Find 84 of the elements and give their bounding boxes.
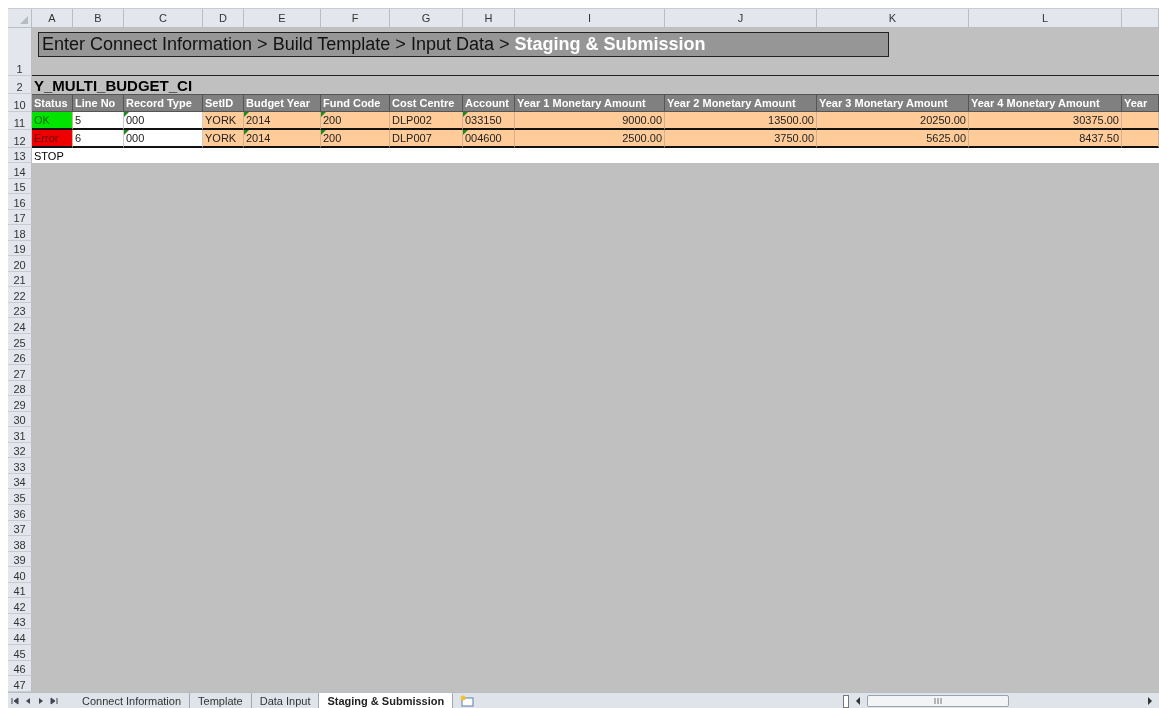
table-cell: DLP002 [390,112,463,130]
table-cell: 200 [321,130,390,148]
column-header[interactable]: I [515,9,665,27]
row-header[interactable]: 13 [8,148,32,163]
table-cell: 033150 [463,112,515,130]
column-header[interactable]: C [124,9,203,27]
table-cell: DLP007 [390,130,463,148]
first-sheet-icon[interactable] [10,696,20,707]
row-header[interactable]: 40 [8,567,32,583]
column-header[interactable]: G [390,9,463,27]
table-cell: 5625.00 [817,130,969,148]
row-header[interactable]: 10 [8,94,32,112]
sheet-tab[interactable]: Staging & Submission [319,692,454,708]
row-header[interactable]: 14 [8,163,32,179]
table-cell: 2014 [244,130,321,148]
row-header[interactable]: 18 [8,225,32,241]
table-cell: 200 [321,112,390,130]
row-header[interactable]: 16 [8,194,32,210]
row-header[interactable]: 24 [8,318,32,334]
row-header[interactable]: 27 [8,365,32,381]
row-header[interactable]: 38 [8,536,32,552]
table-cell: 000 [124,112,203,130]
table-cell: 5 [73,112,124,130]
column-header[interactable]: H [463,9,515,27]
column-heading: Year 3 Monetary Amount [817,94,969,112]
row-header[interactable]: 22 [8,287,32,303]
table-cell: 30375.00 [969,112,1122,130]
column-heading: Year [1122,94,1159,112]
status-cell: Error [32,130,73,148]
table-cell: 2014 [244,112,321,130]
row-header[interactable]: 47 [8,676,32,692]
table-cell: 2500.00 [515,130,665,148]
column-heading: SetID [203,94,244,112]
column-header[interactable]: F [321,9,390,27]
column-heading: Year 4 Monetary Amount [969,94,1122,112]
table-cell: 20250.00 [817,112,969,130]
row-header[interactable]: 33 [8,458,32,474]
column-header[interactable]: A [32,9,73,27]
row-header[interactable]: 1 [8,28,32,76]
table-cell: 9000.00 [515,112,665,130]
row-header[interactable]: 29 [8,396,32,412]
row-header[interactable]: 44 [8,629,32,645]
table-cell: 000 [124,130,203,148]
row-header[interactable]: 42 [8,598,32,614]
row-header[interactable]: 12 [8,130,32,148]
sheet-title: Y_MULTI_BUDGET_CI [34,76,193,94]
column-heading: Account [463,94,515,112]
table-cell [1122,130,1159,148]
last-sheet-icon[interactable] [49,696,59,707]
column-heading: Year 1 Monetary Amount [515,94,665,112]
column-header[interactable]: B [73,9,124,27]
column-heading: Cost Centre [390,94,463,112]
row-header[interactable]: 36 [8,505,32,521]
table-cell: 6 [73,130,124,148]
row-header[interactable]: 25 [8,334,32,350]
table-cell: YORK [203,112,244,130]
row-header[interactable]: 20 [8,256,32,272]
column-heading: Fund Code [321,94,390,112]
column-header[interactable]: K [817,9,969,27]
table-cell: 004600 [463,130,515,148]
table-cell: 13500.00 [665,112,817,130]
scroll-right-icon[interactable] [1145,695,1155,708]
table-cell: 8437.50 [969,130,1122,148]
table-cell: 3750.00 [665,130,817,148]
table-cell [1122,112,1159,130]
column-header[interactable]: D [203,9,244,27]
row-header[interactable]: 31 [8,427,32,443]
column-heading: Budget Year [244,94,321,112]
status-cell: OK [32,112,73,130]
column-heading: Line No [73,94,124,112]
row-header[interactable]: 2 [8,76,32,94]
row-header[interactable]: 11 [8,112,32,130]
row-header[interactable]: 35 [8,489,32,506]
column-header[interactable]: E [244,9,321,27]
column-header[interactable]: L [969,9,1122,27]
column-heading: Status [32,94,73,112]
stop-label: STOP [34,149,64,162]
column-heading: Year 2 Monetary Amount [665,94,817,112]
table-cell: YORK [203,130,244,148]
split-handle[interactable] [843,694,849,708]
breadcrumb-banner: Enter Connect Information > Build Template > Input Data > Staging & Submission [38,32,889,57]
column-heading: Record Type [124,94,203,112]
column-header[interactable]: J [665,9,817,27]
scrollbar-thumb[interactable] [867,695,1009,708]
